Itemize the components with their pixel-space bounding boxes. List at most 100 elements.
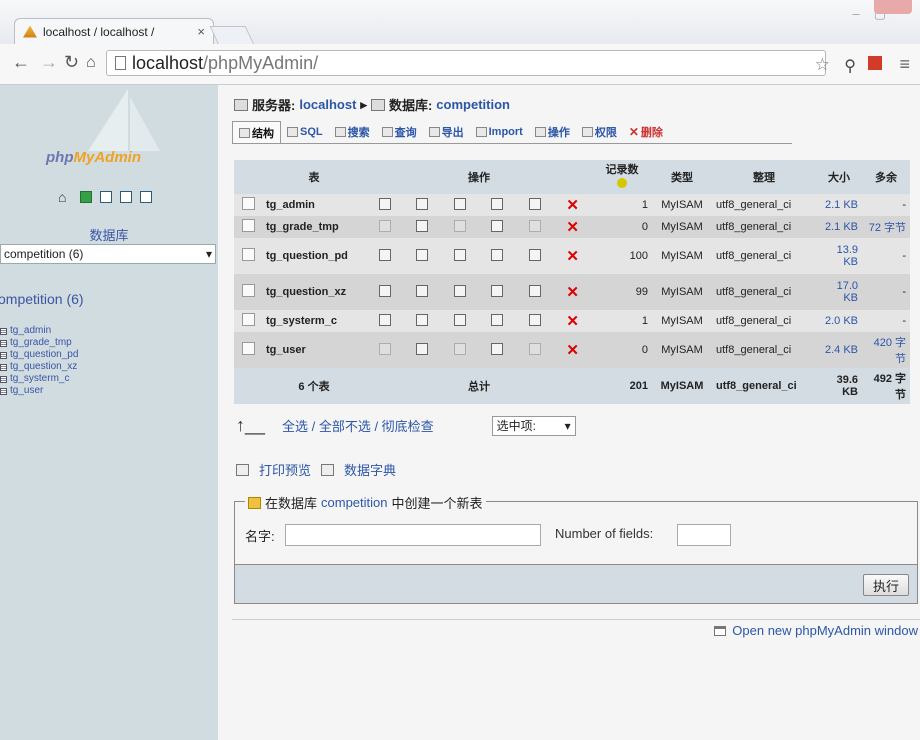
phpmyadmin-logo[interactable]: phpMyAdmin [46,149,141,166]
help-icon[interactable] [140,191,152,203]
bookmark-star-icon[interactable]: ☆ [815,55,830,75]
query-window-icon[interactable] [80,191,92,203]
forward-arrow-icon[interactable]: → [40,52,58,73]
browse-icon[interactable] [378,248,391,261]
open-new-window-link[interactable]: Open new phpMyAdmin window [732,623,918,638]
extension-icon[interactable]: ⚲ [844,56,856,76]
home-icon[interactable]: ⌂ [58,190,72,204]
insert-icon[interactable] [491,342,504,355]
size-link[interactable]: 17.0 KB [816,274,862,310]
header-table[interactable]: 表 [262,160,366,194]
row-checkbox[interactable] [241,313,255,326]
size-link[interactable]: 2.1 KB [816,194,862,216]
reload-icon[interactable]: ↻ [64,52,79,73]
insert-icon[interactable] [491,313,504,326]
search-icon [453,342,466,355]
main-frame: 服务器: localhost ▸ 数据库: competition 结构 SQL… [218,85,920,740]
sidebar-table-item[interactable]: tg_user [0,385,78,397]
sidebar-table-item[interactable]: tg_grade_tmp [0,337,78,349]
new-tab-button[interactable] [209,26,255,45]
size-link[interactable]: 13.9 KB [816,238,862,274]
drop-icon[interactable]: ✕ [566,248,579,265]
data-dictionary-link[interactable]: 数据字典 [344,460,396,479]
row-checkbox[interactable] [241,342,255,355]
browser-menu-icon[interactable]: ≡ [899,54,910,75]
structure-icon[interactable] [416,219,429,232]
browse-icon[interactable] [378,284,391,297]
print-preview-link[interactable]: 打印预览 [259,460,311,479]
structure-icon[interactable] [416,284,429,297]
sidebar-table-item[interactable]: tg_systerm_c [0,373,78,385]
insert-icon[interactable] [491,197,504,210]
size-link[interactable]: 2.1 KB [816,216,862,238]
size-link[interactable]: 2.4 KB [816,332,862,368]
table-name[interactable]: tg_systerm_c [262,310,366,332]
tab-privileges[interactable]: 权限 [576,121,623,143]
sidebar-table-item[interactable]: tg_question_xz [0,361,78,373]
table-name[interactable]: tg_question_xz [262,274,366,310]
empty-icon[interactable] [528,197,541,210]
search-icon[interactable] [453,197,466,210]
structure-icon[interactable] [416,248,429,261]
empty-icon[interactable] [528,313,541,326]
tab-export[interactable]: 导出 [423,121,470,143]
sidebar-table-item[interactable]: tg_question_pd [0,349,78,361]
structure-icon[interactable] [416,313,429,326]
home-icon[interactable]: ⌂ [86,54,96,72]
select-all-links[interactable]: 全选 / 全部不选 / 彻底检查 [282,416,434,435]
size-link[interactable]: 2.0 KB [816,310,862,332]
extension-red-icon[interactable] [868,56,882,70]
table-name[interactable]: tg_question_pd [262,238,366,274]
tab-import[interactable]: Import [470,121,529,143]
tab-sql[interactable]: SQL [281,121,329,143]
with-selected-select[interactable]: 选中项: ▾ [491,415,576,436]
insert-icon[interactable] [491,284,504,297]
server-link[interactable]: localhost [299,97,356,112]
drop-icon[interactable]: ✕ [566,197,579,214]
browse-icon[interactable] [378,313,391,326]
tab-drop[interactable]: ✕ 删除 [623,121,669,143]
database-heading-link[interactable]: ompetition (6) [0,291,84,307]
empty-icon[interactable] [528,248,541,261]
search-icon[interactable] [453,313,466,326]
back-arrow-icon[interactable]: ← [12,52,30,73]
search-icon[interactable] [453,284,466,297]
drop-icon[interactable]: ✕ [566,284,579,301]
row-checkbox[interactable] [241,197,255,210]
execute-button[interactable]: 执行 [863,574,909,596]
database-select[interactable]: competition (6) ▾ [0,244,216,264]
search-icon[interactable] [453,248,466,261]
table-name[interactable]: tg_user [262,332,366,368]
structure-icon[interactable] [416,197,429,210]
header-records[interactable]: 记录数 [592,160,652,194]
empty-icon[interactable] [528,284,541,297]
table-name[interactable]: tg_grade_tmp [262,216,366,238]
tab-close-icon[interactable]: × [197,24,205,39]
structure-icon[interactable] [416,342,429,355]
table-name-input[interactable] [285,524,541,546]
docs-icon[interactable] [120,191,132,203]
browse-icon[interactable] [378,197,391,210]
tab-query[interactable]: 查询 [376,121,423,143]
sidebar-table-item[interactable]: tg_admin [0,325,78,337]
address-bar[interactable]: localhost/phpMyAdmin/ [106,50,826,76]
browser-tab[interactable]: localhost / localhost / × [14,18,214,44]
drop-icon[interactable]: ✕ [566,219,579,236]
overhead-link[interactable]: 420 字节 [862,332,910,368]
drop-icon[interactable]: ✕ [566,342,579,359]
row-checkbox[interactable] [241,248,255,261]
sql-window-icon[interactable] [100,191,112,203]
table-name[interactable]: tg_admin [262,194,366,216]
insert-icon[interactable] [491,248,504,261]
number-of-fields-input[interactable] [677,524,731,546]
overhead-link[interactable]: 72 字节 [862,216,910,238]
window-close-button[interactable] [874,0,912,14]
tab-operations[interactable]: 操作 [529,121,576,143]
row-checkbox[interactable] [241,284,255,297]
row-checkbox[interactable] [241,219,255,232]
database-link[interactable]: competition [436,97,510,112]
insert-icon[interactable] [491,219,504,232]
drop-icon[interactable]: ✕ [566,313,579,330]
tab-structure[interactable]: 结构 [232,121,281,143]
tab-search[interactable]: 搜索 [329,121,376,143]
